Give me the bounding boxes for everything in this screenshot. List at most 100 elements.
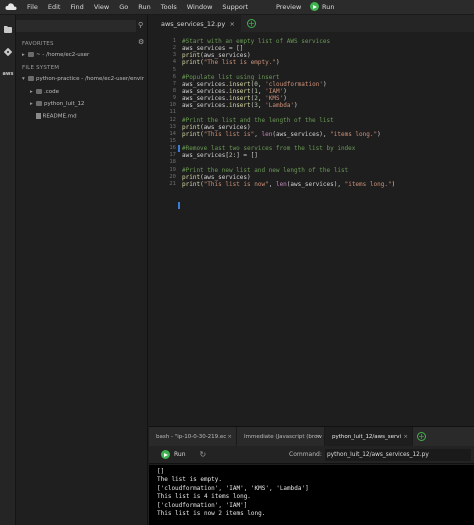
tree-item-python-luit-12[interactable]: ▸ python_luit_12 [30,101,84,107]
line-number: 12 [169,116,176,123]
tab-aws-services-12[interactable]: aws_services_12.py × [149,15,241,32]
code-token: 'IAM' [265,87,284,95]
code-token: insert [228,95,251,103]
output-line: This list is 4 items long. [157,493,251,501]
environment-icon[interactable] [0,19,16,41]
line-number: 13 [169,123,176,130]
run-button[interactable]: Run [310,2,334,11]
tab-label: Immediate (Javascript (brow [244,433,322,440]
line-number: 7 [172,80,176,87]
code-token: 'cloudformation' [265,80,323,88]
tab-label: python_luit_12/aws_service [332,433,408,440]
menu-window[interactable]: Window [182,3,218,11]
tree-item-code[interactable]: ▸ .code [30,89,59,95]
tree-root[interactable]: ▾ python-practice - /home/ec2-user/envir [22,76,144,82]
code-token: print [182,180,201,188]
close-icon[interactable]: × [401,433,408,440]
code-token: print [182,52,201,60]
play-icon [161,450,170,459]
line-number: 15 [169,137,176,144]
folder-icon [36,101,42,106]
folder-icon [36,89,42,94]
folder-icon [28,76,34,81]
code-token: ) [322,80,327,88]
code-line: print("This list is", len(aws_services),… [182,131,395,138]
search-icon[interactable]: ⚲ [138,21,143,29]
menu-tools[interactable]: Tools [156,3,182,11]
folder-icon [28,52,34,57]
line-number: 16 [169,145,176,152]
code-token: ) [275,59,280,67]
new-tab-icon[interactable]: + [247,19,256,28]
run-config-button[interactable]: Run [161,450,186,459]
code-token: aws_services[ [182,152,229,160]
code-line: #Print the list and the length of the li… [182,117,395,124]
preview-button[interactable]: Preview [276,3,301,11]
favorites-header: FAVORITES [22,41,54,47]
line-number: 10 [169,102,176,109]
line-number: 6 [172,73,176,80]
line-number: 11 [169,109,176,116]
code-token: ) [294,102,298,110]
file-icon [36,113,41,119]
code-line: aws_services = [] [182,45,395,52]
code-token: ) [391,180,396,188]
code-editor[interactable]: 1 2 3 4 5 6 7 8 9 10 11 12 13 14 15 16 17 18 19 20 21 #Start… [149,32,474,425]
code-token: insert [228,102,251,110]
menu-run[interactable]: Run [133,3,155,11]
command-input[interactable]: python_luit_12/aws_services_12.py [325,449,471,461]
restart-icon[interactable]: ↻ [200,450,207,459]
sidebar-search-input[interactable] [16,20,136,32]
code-token: (aws_services), [286,180,345,188]
gear-icon[interactable]: ⚙ [138,38,144,46]
code-line: print(aws_services) [182,52,395,59]
code-token: #Print the list and the length of the li… [182,116,334,124]
console-output[interactable]: [] The list is empty. ['cloudformation', '… [149,465,474,525]
output-line: [] [157,468,165,475]
cloud9-logo-icon[interactable] [0,0,22,15]
menu-view[interactable]: View [89,3,114,11]
menu-find[interactable]: Find [65,3,88,11]
code-token: ) [283,87,287,95]
close-icon[interactable]: × [225,434,232,440]
code-line: print(aws_services) [182,124,395,131]
code-token: insert [228,80,251,88]
editor-tab-bar: aws_services_12.py × + [149,15,474,32]
line-number: 3 [172,52,176,59]
code-token: print [182,130,201,138]
menu-go[interactable]: Go [114,3,133,11]
code-line: print("The list is empty.") [182,59,395,66]
close-icon[interactable]: × [313,434,320,440]
file-sidebar: ⚲ ⚙ FAVORITES ▸ ~ - /home/ec2-user FILE S… [16,15,148,525]
favorite-home[interactable]: ▸ ~ - /home/ec2-user [22,52,89,58]
tab-label: bash - "ip-10-0-30-219.ec [156,433,227,440]
new-terminal-icon[interactable]: + [417,432,426,441]
aws-icon[interactable]: aws [0,63,16,85]
line-number: 5 [172,66,176,73]
tab-python-run[interactable]: python_luit_12/aws_service × [325,427,413,446]
line-number: 21 [169,180,176,187]
tab-bash[interactable]: bash - "ip-10-0-30-219.ec × [149,427,237,446]
menu-support[interactable]: Support [217,3,253,11]
code-token: 'KMS' [265,95,284,103]
line-number: 9 [172,95,176,102]
filesystem-header: FILE SYSTEM [22,65,60,71]
tree-item-label: .code [44,89,60,95]
tree-item-readme[interactable]: README.md [36,113,77,119]
close-icon[interactable]: × [230,20,235,28]
code-token: ) [283,95,287,103]
code-line: aws_services[2:] = [] [182,152,395,159]
git-icon[interactable] [0,41,16,63]
menu-edit[interactable]: Edit [43,3,66,11]
code-token: len [261,130,273,138]
line-number: 4 [172,59,176,66]
code-token: "This list is now" [203,180,269,188]
code-line: aws_services.insert(2, 'KMS') [182,95,395,102]
tab-immediate[interactable]: Immediate (Javascript (brow × [237,427,325,446]
menu-file[interactable]: File [22,3,43,11]
code-line: print("This list is now", len(aws_servic… [182,181,395,188]
terminal-tab-bar: bash - "ip-10-0-30-219.ec × Immediate (J… [149,426,474,446]
command-label: Command: [289,451,322,458]
code-line: #Print the new list and new length of th… [182,167,395,174]
